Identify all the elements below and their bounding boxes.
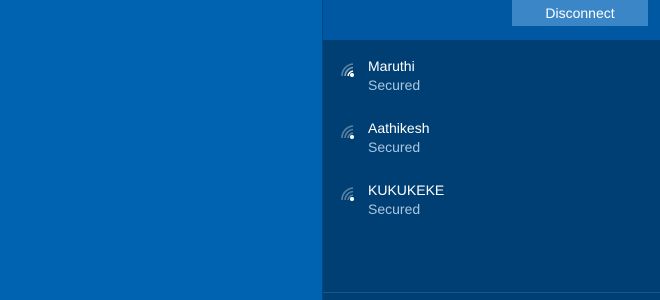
network-flyout: Disconnect Maruthi Secured Aathikesh Sec… — [322, 0, 660, 300]
network-name: Aathikesh — [368, 120, 430, 136]
network-item-aathikesh[interactable]: Aathikesh Secured — [323, 110, 660, 168]
network-name: Maruthi — [368, 58, 415, 74]
connected-network-panel: Disconnect — [323, 0, 660, 40]
network-item-maruthi[interactable]: Maruthi Secured — [323, 48, 660, 106]
network-status: Secured — [368, 201, 421, 217]
wifi-icon — [341, 187, 354, 201]
footer-divider — [323, 292, 660, 293]
network-status: Secured — [368, 139, 421, 155]
wifi-icon — [341, 125, 354, 139]
network-status: Secured — [368, 77, 421, 93]
wifi-icon — [341, 63, 354, 77]
network-name: KUKUKEKE — [368, 182, 445, 198]
network-item-kukukeke[interactable]: KUKUKEKE Secured — [323, 172, 660, 230]
desktop-background — [0, 0, 322, 300]
disconnect-button[interactable]: Disconnect — [512, 0, 648, 26]
